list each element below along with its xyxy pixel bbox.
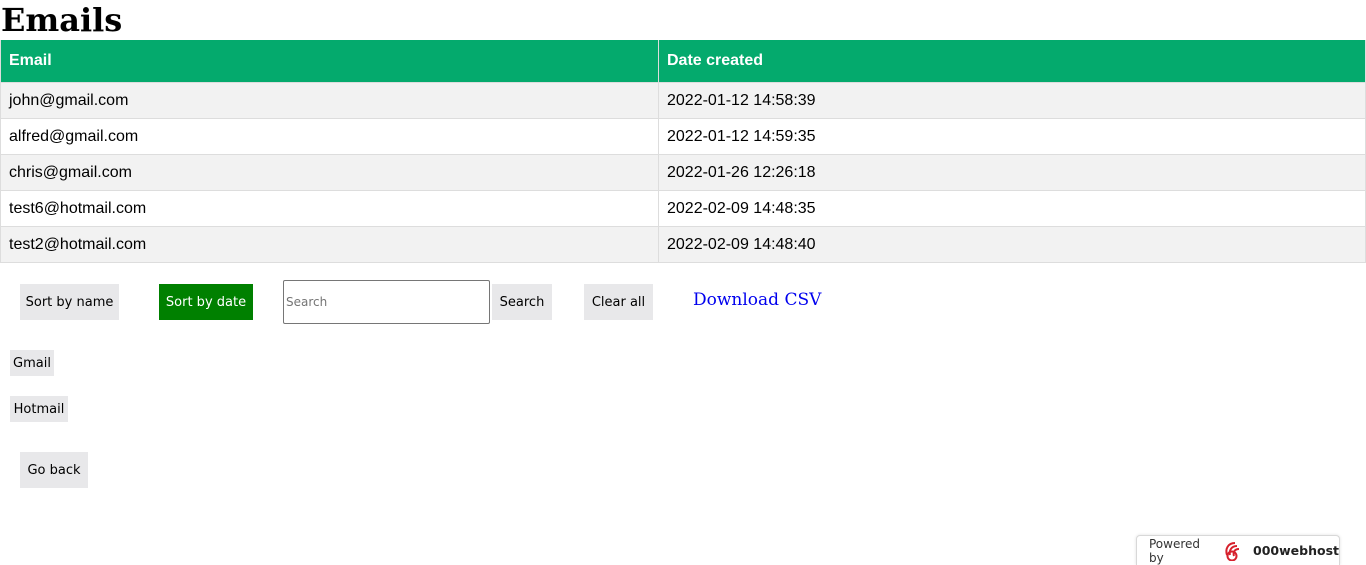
table-row: chris@gmail.com 2022-01-26 12:26:18: [0, 154, 1366, 191]
powered-by-badge[interactable]: Powered by 000webhost: [1136, 535, 1340, 565]
download-csv-link[interactable]: Download CSV: [693, 290, 821, 310]
date-cell: 2022-01-12 14:59:35: [658, 118, 1366, 155]
powered-by-label: Powered by: [1149, 536, 1201, 565]
emails-table: Email Date created john@gmail.com 2022-0…: [0, 40, 1366, 263]
brand-name: 000webhost: [1253, 543, 1339, 558]
gmail-filter[interactable]: Gmail: [10, 350, 54, 376]
sort-by-name-button[interactable]: Sort by name: [20, 284, 119, 320]
email-cell: alfred@gmail.com: [0, 118, 659, 155]
page-title: Emails: [1, 1, 123, 39]
email-cell: test2@hotmail.com: [0, 226, 659, 263]
date-cell: 2022-01-26 12:26:18: [658, 154, 1366, 191]
date-cell: 2022-02-09 14:48:35: [658, 190, 1366, 227]
table-row: test2@hotmail.com 2022-02-09 14:48:40: [0, 226, 1366, 263]
000webhost-logo-icon: [1223, 541, 1247, 561]
date-cell: 2022-02-09 14:48:40: [658, 226, 1366, 263]
sort-by-date-button[interactable]: Sort by date: [159, 284, 253, 320]
table-row: alfred@gmail.com 2022-01-12 14:59:35: [0, 118, 1366, 155]
go-back-button[interactable]: Go back: [20, 452, 88, 488]
table-header-row: Email Date created: [0, 40, 1366, 83]
email-cell: chris@gmail.com: [0, 154, 659, 191]
email-cell: john@gmail.com: [0, 82, 659, 119]
column-header-date-created[interactable]: Date created: [658, 40, 1366, 83]
search-input[interactable]: [283, 280, 490, 324]
clear-all-button[interactable]: Clear all: [584, 284, 653, 320]
table-row: john@gmail.com 2022-01-12 14:58:39: [0, 82, 1366, 119]
date-cell: 2022-01-12 14:58:39: [658, 82, 1366, 119]
search-button[interactable]: Search: [492, 284, 552, 320]
hotmail-filter[interactable]: Hotmail: [10, 396, 68, 422]
email-cell: test6@hotmail.com: [0, 190, 659, 227]
column-header-email[interactable]: Email: [0, 40, 659, 83]
table-row: test6@hotmail.com 2022-02-09 14:48:35: [0, 190, 1366, 227]
